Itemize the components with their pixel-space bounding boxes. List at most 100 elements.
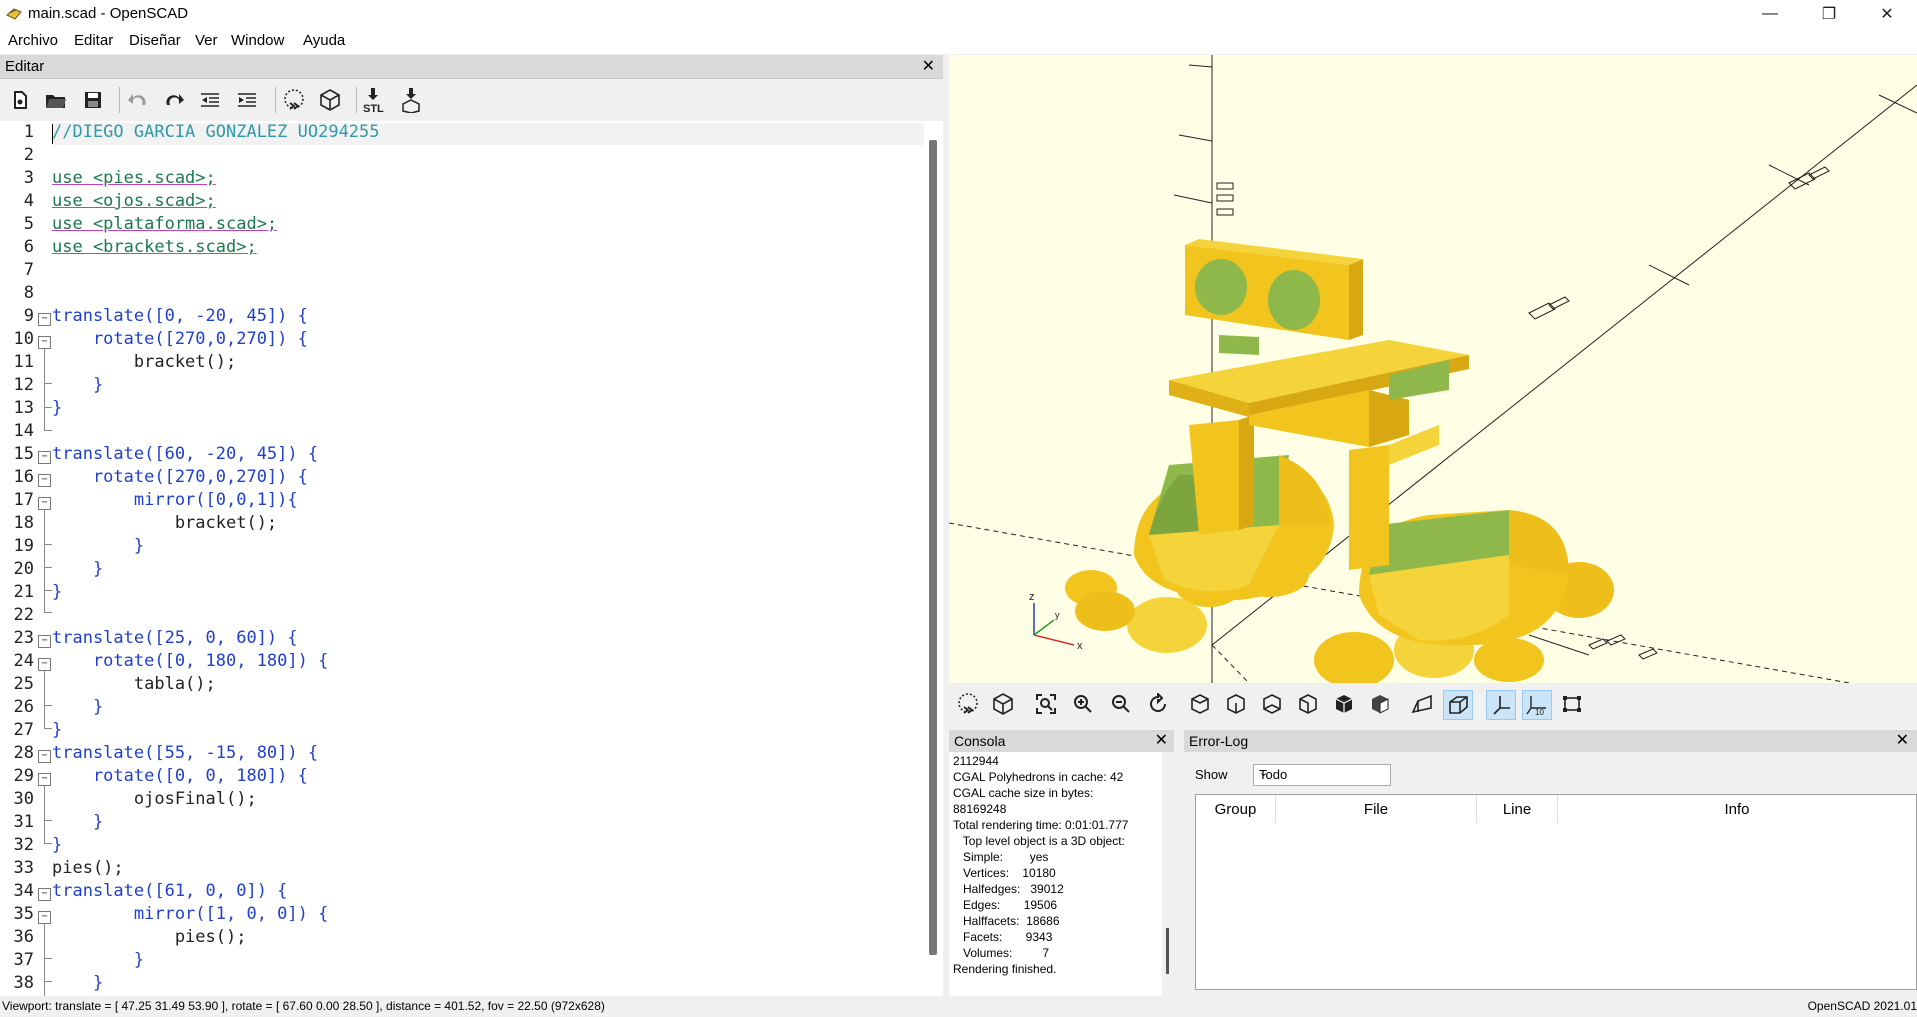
line-number: 12 bbox=[13, 375, 34, 395]
view-right-icon[interactable] bbox=[1186, 690, 1214, 718]
menu-editar[interactable]: Editar bbox=[74, 32, 113, 49]
3d-viewport[interactable]: z x y bbox=[949, 55, 1917, 683]
show-edges-icon[interactable] bbox=[1558, 690, 1586, 718]
model-render: z x y bbox=[949, 55, 1917, 683]
line-number: 23 bbox=[13, 628, 34, 648]
line-number: 37 bbox=[13, 950, 34, 970]
code-line: } bbox=[52, 812, 104, 832]
console-line: Halfedges: 39012 bbox=[953, 882, 1064, 896]
console-line: Simple: yes bbox=[953, 850, 1049, 864]
save-file-icon[interactable] bbox=[79, 86, 107, 114]
column-header-line[interactable]: Line bbox=[1477, 795, 1558, 823]
code-line: mirror([0,0,1]){ bbox=[52, 490, 298, 510]
menu-archivo[interactable]: Archivo bbox=[8, 32, 58, 49]
code-line: } bbox=[52, 582, 63, 602]
view-left-icon[interactable] bbox=[1294, 690, 1322, 718]
view-top-icon[interactable] bbox=[1222, 690, 1250, 718]
code-line: rotate([0, 0, 180]) { bbox=[52, 766, 308, 786]
menu-disenar[interactable]: Diseñar bbox=[129, 32, 181, 49]
zoom-in-icon[interactable] bbox=[1069, 690, 1097, 718]
code-line: //DIEGO GARCIA GONZALEZ UO294255 bbox=[52, 122, 380, 142]
fold-toggle-icon[interactable]: − bbox=[38, 750, 51, 763]
code-line: use <plataforma.scad>; bbox=[52, 214, 278, 234]
line-number: 11 bbox=[13, 352, 34, 372]
show-axes-icon[interactable] bbox=[1486, 690, 1516, 720]
status-bar: Viewport: translate = [ 47.25 31.49 53.9… bbox=[0, 996, 1917, 1017]
code-line: } bbox=[52, 559, 104, 579]
console-scrollbar[interactable] bbox=[1166, 928, 1169, 974]
console-output: 2112944 CGAL Polyhedrons in cache: 42 CG… bbox=[949, 752, 1162, 996]
undo-icon[interactable] bbox=[124, 86, 152, 114]
editor-panel-header: Editar ✕ bbox=[0, 55, 943, 79]
editor-close-icon[interactable]: ✕ bbox=[922, 56, 935, 76]
window-title: main.scad - OpenSCAD bbox=[28, 5, 189, 22]
svg-text:STL: STL bbox=[363, 103, 384, 113]
menu-ver[interactable]: Ver bbox=[195, 32, 218, 49]
minimize-button[interactable]: — bbox=[1747, 0, 1793, 28]
title-bar: main.scad - OpenSCAD — ❐ ✕ bbox=[0, 0, 1917, 28]
code-line: bracket(); bbox=[52, 513, 278, 533]
preview-icon[interactable] bbox=[954, 690, 982, 718]
line-number: 28 bbox=[13, 743, 34, 763]
column-header-group[interactable]: Group bbox=[1196, 795, 1276, 823]
fold-toggle-icon[interactable]: − bbox=[38, 313, 51, 326]
export-stl-icon[interactable]: STL bbox=[361, 86, 389, 114]
view-front-icon[interactable] bbox=[1330, 690, 1358, 718]
fold-toggle-icon[interactable]: − bbox=[38, 635, 51, 648]
line-number: 34 bbox=[13, 881, 34, 901]
view-all-icon[interactable] bbox=[1032, 690, 1060, 718]
code-line: use <ojos.scad>; bbox=[52, 191, 216, 211]
send-to-printer-icon[interactable] bbox=[397, 86, 425, 114]
indent-icon[interactable] bbox=[233, 86, 261, 114]
show-scale-markers-icon[interactable]: 10 bbox=[1522, 690, 1552, 720]
console-close-icon[interactable]: ✕ bbox=[1155, 730, 1168, 750]
orthogonal-icon[interactable] bbox=[1443, 690, 1473, 720]
line-number: 10 bbox=[13, 329, 34, 349]
console-line: Edges: 19506 bbox=[953, 898, 1058, 912]
view-bottom-icon[interactable] bbox=[1258, 690, 1286, 718]
close-button[interactable]: ✕ bbox=[1864, 0, 1910, 28]
line-number: 31 bbox=[13, 812, 34, 832]
line-number: 13 bbox=[13, 398, 34, 418]
code-line: } bbox=[52, 536, 145, 556]
line-number: 2 bbox=[23, 145, 34, 165]
code-line: bracket(); bbox=[52, 352, 237, 372]
preview-icon[interactable] bbox=[280, 86, 308, 114]
view-back-icon[interactable] bbox=[1366, 690, 1394, 718]
maximize-button[interactable]: ❐ bbox=[1806, 0, 1852, 28]
menu-window[interactable]: Window bbox=[231, 32, 284, 49]
console-line: Rendering finished. bbox=[953, 962, 1057, 976]
menu-ayuda[interactable]: Ayuda bbox=[303, 32, 345, 49]
column-header-info[interactable]: Info bbox=[1558, 795, 1916, 823]
zoom-out-icon[interactable] bbox=[1107, 690, 1135, 718]
code-line: translate([61, 0, 0]) { bbox=[52, 881, 288, 901]
open-file-icon[interactable] bbox=[42, 86, 70, 114]
fold-toggle-icon[interactable]: − bbox=[38, 451, 51, 464]
new-file-icon[interactable] bbox=[6, 86, 34, 114]
render-icon[interactable] bbox=[989, 690, 1017, 718]
show-filter-select[interactable]: Todo ⌄ bbox=[1253, 764, 1391, 786]
reset-view-icon[interactable] bbox=[1144, 690, 1172, 718]
line-number: 27 bbox=[13, 720, 34, 740]
errorlog-table: Group File Line Info bbox=[1195, 794, 1917, 990]
line-number: 33 bbox=[13, 858, 34, 878]
errorlog-close-icon[interactable]: ✕ bbox=[1896, 730, 1909, 750]
perspective-icon[interactable] bbox=[1408, 690, 1436, 718]
redo-icon[interactable] bbox=[160, 86, 188, 114]
line-number: 17 bbox=[13, 490, 34, 510]
errorlog-panel: Show Todo ⌄ Group File Line Info bbox=[1184, 752, 1917, 996]
editor-scrollbar[interactable] bbox=[929, 140, 937, 955]
errorlog-panel-title: Error-Log bbox=[1189, 733, 1249, 749]
column-header-file[interactable]: File bbox=[1276, 795, 1477, 823]
console-line: Total rendering time: 0:01:01.777 bbox=[953, 818, 1129, 832]
line-number: 16 bbox=[13, 467, 34, 487]
render-icon[interactable] bbox=[316, 86, 344, 114]
fold-toggle-icon[interactable]: − bbox=[38, 474, 51, 487]
unindent-icon[interactable] bbox=[196, 86, 224, 114]
line-number: 35 bbox=[13, 904, 34, 924]
code-editor[interactable]: 1 //DIEGO GARCIA GONZALEZ UO294255 2 3 u… bbox=[0, 121, 943, 996]
line-number: 7 bbox=[23, 260, 34, 280]
fold-toggle-icon[interactable]: − bbox=[38, 888, 51, 901]
code-line: mirror([1, 0, 0]) { bbox=[52, 904, 329, 924]
console-line: CGAL Polyhedrons in cache: 42 bbox=[953, 770, 1124, 784]
